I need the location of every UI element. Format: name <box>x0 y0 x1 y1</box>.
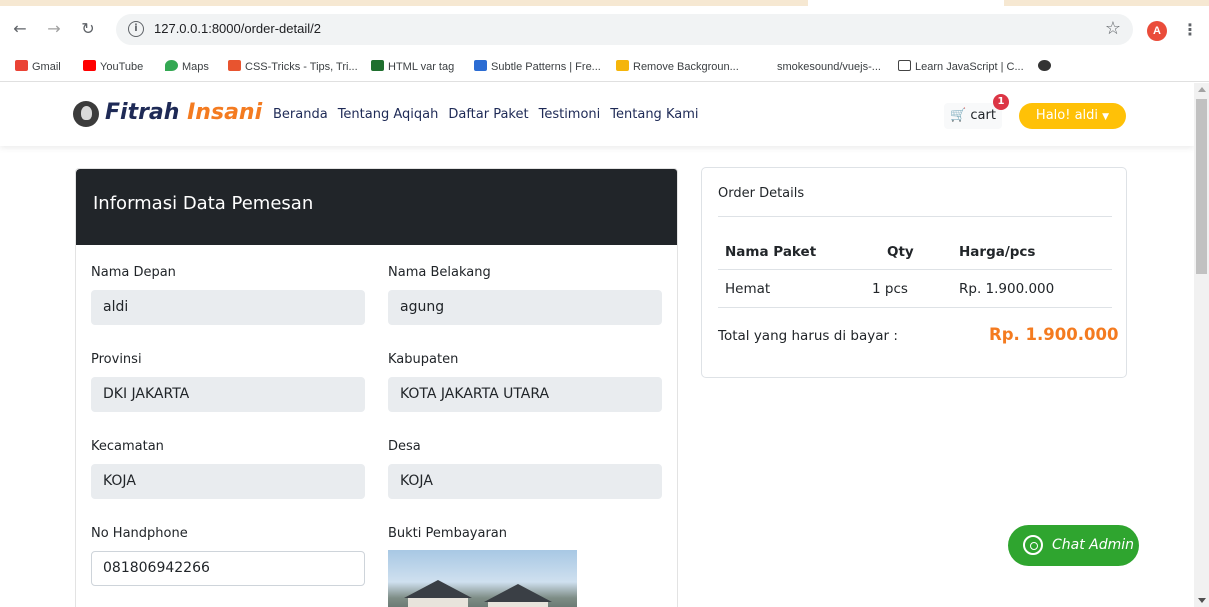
order-form-card: Informasi Data Pemesan Nama Depan aldi N… <box>75 168 678 607</box>
scroll-down-arrow-icon[interactable] <box>1198 598 1206 603</box>
input-no-handphone[interactable]: 081806942266 <box>91 551 365 586</box>
address-bar[interactable]: i 127.0.0.1:8000/order-detail/2 ☆ <box>116 14 1133 45</box>
bookmark-html-var[interactable]: HTML var tag <box>371 60 454 73</box>
chat-admin-button[interactable]: Chat Admin <box>1008 525 1139 566</box>
page-viewport: Fitrah Insani Beranda Tentang Aqiqah Daf… <box>0 83 1194 607</box>
bookmark-maps[interactable]: Maps <box>165 60 209 73</box>
bookmark-learn-js[interactable]: Learn JavaScript | C... <box>898 60 1024 73</box>
row-divider <box>718 307 1112 308</box>
forward-arrow-icon[interactable]: → <box>44 19 64 39</box>
nav-links: Beranda Tentang Aqiqah Daftar Paket Test… <box>273 107 698 122</box>
house-roof <box>404 580 472 598</box>
col-header-nama-paket: Nama Paket <box>725 244 817 260</box>
site-navbar: Fitrah Insani Beranda Tentang Aqiqah Daf… <box>0 83 1194 146</box>
col-header-harga: Harga/pcs <box>959 244 1036 260</box>
input-nama-depan[interactable]: aldi <box>91 290 365 325</box>
cell-nama-paket: Hemat <box>725 281 771 297</box>
house-roof <box>484 584 552 602</box>
order-details-card: Order Details Nama Paket Qty Harga/pcs H… <box>701 167 1127 378</box>
bookmarks-bar: Gmail YouTube Maps CSS-Tricks - Tips, Tr… <box>0 52 1209 82</box>
scroll-thumb[interactable] <box>1196 99 1207 274</box>
cell-qty: 1 pcs <box>872 281 908 297</box>
cart-count-badge: 1 <box>993 94 1009 110</box>
brand-logo-icon[interactable] <box>73 101 99 127</box>
back-arrow-icon[interactable]: ← <box>10 19 30 39</box>
bookmark-css-tricks[interactable]: CSS-Tricks - Tips, Tri... <box>228 60 358 73</box>
learn-js-icon <box>898 60 911 71</box>
gmail-icon <box>15 60 28 71</box>
label-desa: Desa <box>388 439 421 454</box>
nav-link-daftar-paket[interactable]: Daftar Paket <box>448 107 528 122</box>
bookmark-gmail[interactable]: Gmail <box>15 60 61 73</box>
browser-toolbar: ← → ↻ i 127.0.0.1:8000/order-detail/2 ☆ … <box>0 6 1209 52</box>
reload-icon[interactable]: ↻ <box>78 19 98 39</box>
label-provinsi: Provinsi <box>91 352 142 367</box>
house-right <box>488 602 548 607</box>
label-nama-depan: Nama Depan <box>91 265 176 280</box>
w3-icon <box>371 60 384 71</box>
nav-link-beranda[interactable]: Beranda <box>273 107 328 122</box>
label-kecamatan: Kecamatan <box>91 439 164 454</box>
input-kabupaten[interactable]: KOTA JAKARTA UTARA <box>388 377 662 412</box>
input-nama-belakang[interactable]: agung <box>388 290 662 325</box>
maps-pin-icon <box>165 60 178 71</box>
label-kabupaten: Kabupaten <box>388 352 459 367</box>
total-label: Total yang harus di bayar : <box>718 328 898 344</box>
label-nama-belakang: Nama Belakang <box>388 265 491 280</box>
input-provinsi[interactable]: DKI JAKARTA <box>91 377 365 412</box>
browser-menu-icon[interactable]: ⋮ <box>1182 20 1198 39</box>
user-greeting: Halo! aldi <box>1035 108 1099 123</box>
total-value: Rp. 1.900.000 <box>989 325 1119 344</box>
bookmark-subtle-patterns[interactable]: Subtle Patterns | Fre... <box>474 60 601 73</box>
profile-avatar[interactable]: A <box>1147 21 1167 41</box>
house-left <box>408 598 468 607</box>
order-form-title: Informasi Data Pemesan <box>93 193 314 214</box>
bukti-pembayaran-image[interactable] <box>388 550 577 607</box>
css-tricks-icon <box>228 60 241 71</box>
label-bukti-pembayaran: Bukti Pembayaran <box>388 526 507 541</box>
brand-name[interactable]: Fitrah Insani <box>105 100 262 125</box>
chat-admin-label: Chat Admin <box>1052 537 1135 553</box>
whatsapp-icon <box>1023 535 1043 555</box>
remove-bg-icon <box>616 60 629 71</box>
globe-icon <box>1038 60 1051 71</box>
nav-link-testimoni[interactable]: Testimoni <box>539 107 601 122</box>
youtube-icon <box>83 60 96 71</box>
blank-page-icon <box>760 60 773 71</box>
order-form-header: Informasi Data Pemesan <box>76 169 677 245</box>
input-kecamatan[interactable]: KOJA <box>91 464 365 499</box>
bookmark-globe[interactable] <box>1038 60 1055 73</box>
nav-link-tentang-kami[interactable]: Tentang Kami <box>610 107 698 122</box>
row-divider <box>718 269 1112 270</box>
subtle-patterns-icon <box>474 60 487 71</box>
label-no-handphone: No Handphone <box>91 526 188 541</box>
cart-label: cart <box>970 108 996 123</box>
cart-icon: 🛒 <box>950 108 967 123</box>
site-info-icon[interactable]: i <box>128 21 144 37</box>
col-header-qty: Qty <box>887 244 914 260</box>
scroll-up-arrow-icon[interactable] <box>1198 87 1206 92</box>
divider <box>718 216 1112 217</box>
bookmark-remove-bg[interactable]: Remove Backgroun... <box>616 60 739 73</box>
bookmark-star-icon[interactable]: ☆ <box>1105 18 1121 39</box>
address-url[interactable]: 127.0.0.1:8000/order-detail/2 <box>154 21 321 36</box>
bookmark-youtube[interactable]: YouTube <box>83 60 143 73</box>
user-dropdown-button[interactable]: Halo! aldi ▼ <box>1019 103 1126 129</box>
input-desa[interactable]: KOJA <box>388 464 662 499</box>
caret-down-icon: ▼ <box>1102 112 1110 122</box>
cart-button[interactable]: 🛒 cart <box>944 103 1002 129</box>
bookmark-smokesound[interactable]: smokesound/vuejs-... <box>760 60 881 73</box>
page-scrollbar[interactable] <box>1194 83 1209 607</box>
cell-harga: Rp. 1.900.000 <box>959 281 1055 297</box>
nav-link-tentang-aqiqah[interactable]: Tentang Aqiqah <box>338 107 439 122</box>
order-details-title: Order Details <box>718 186 805 201</box>
